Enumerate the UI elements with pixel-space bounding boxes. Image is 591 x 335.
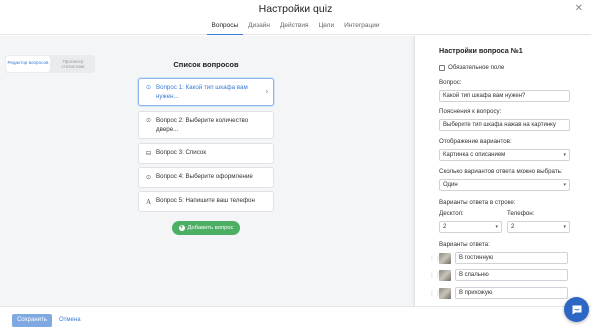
answer-row: ⋮⋮ В спальню xyxy=(429,269,568,281)
page-title: Настройки quiz xyxy=(258,3,333,15)
radio-icon: ⊙ xyxy=(145,175,152,181)
chevron-down-icon: ▾ xyxy=(563,152,566,158)
tablet-select[interactable]: 2 ▾ xyxy=(507,221,570,233)
question-item-5[interactable]: A Вопрос 5: Напишите ваш телефон xyxy=(138,191,274,212)
answer-input[interactable]: В спальню xyxy=(455,269,568,281)
list-icon: ⊟ xyxy=(145,151,152,157)
question-item-label: Вопрос 4: Выберите оформление xyxy=(156,173,253,181)
chat-widget-button[interactable] xyxy=(564,297,589,322)
question-item-label: Вопрос 3: Список xyxy=(156,149,207,157)
answer-input[interactable]: В прихожую xyxy=(455,287,568,299)
count-select[interactable]: Один ▾ xyxy=(439,179,570,191)
desktop-label: Десктоп: xyxy=(439,210,464,217)
hint-label: Пояснения к вопросу: xyxy=(439,108,502,115)
save-button[interactable]: Сохранить xyxy=(12,314,52,327)
answer-image[interactable] xyxy=(439,269,451,281)
drag-handle-icon[interactable]: ⋮⋮ xyxy=(429,255,441,262)
count-label: Сколько вариантов ответа можно выбрать: xyxy=(439,168,563,175)
question-item-label: Вопрос 2: Выберите количество двере... xyxy=(156,117,249,133)
question-label: Вопрос: xyxy=(439,79,462,86)
tab-goals[interactable]: Цели xyxy=(313,22,339,35)
display-label: Отображение вариантов: xyxy=(439,138,512,145)
desktop-select[interactable]: 2 ▾ xyxy=(439,221,502,233)
question-item-2[interactable]: ⊙ Вопрос 2: Выберите количество двере... xyxy=(138,111,274,139)
header: Настройки quiz ✕ Вопросы Дизайн Действия… xyxy=(0,0,591,35)
question-item-label: Вопрос 5: Напишите ваш телефон xyxy=(156,197,255,205)
answers-label: Варианты ответа: xyxy=(439,241,490,248)
hint-input[interactable]: Выберите тип шкафа нажав на картинку xyxy=(439,119,570,131)
close-icon[interactable]: ✕ xyxy=(575,3,583,14)
tab-questions[interactable]: Вопросы xyxy=(206,22,244,35)
editor-mode-toggle: Редактор вопросов Просмотр статистики xyxy=(5,55,95,73)
footer: Сохранить Отмена xyxy=(0,306,591,335)
required-checkbox-row[interactable]: Обязательное поле xyxy=(439,64,504,71)
question-item-3[interactable]: ⊟ Вопрос 3: Список xyxy=(138,143,274,164)
chevron-right-icon: › xyxy=(265,88,268,96)
chevron-down-icon: ▾ xyxy=(495,224,498,230)
tablet-select-value: 2 xyxy=(511,224,515,230)
desktop-select-value: 2 xyxy=(443,224,447,230)
stats-mode-button[interactable]: Просмотр статистики xyxy=(51,55,95,73)
chevron-down-icon: ▾ xyxy=(563,182,566,188)
answer-row: ⋮⋮ В прихожую xyxy=(429,287,568,299)
question-list-title: Список вопросов xyxy=(173,60,239,69)
answer-row: ⋮⋮ В гостинную xyxy=(429,252,568,264)
per-row-label: Варианты ответа в строке: xyxy=(439,199,516,206)
question-editor-area: Редактор вопросов Просмотр статистики Сп… xyxy=(0,36,414,306)
question-input[interactable]: Какой тип шкафа вам нужен? xyxy=(439,90,570,102)
tablet-label: Телефон: xyxy=(507,210,535,217)
plus-icon: + xyxy=(178,225,185,231)
editor-mode-button[interactable]: Редактор вопросов xyxy=(6,56,50,72)
cancel-link[interactable]: Отмена xyxy=(59,314,81,327)
count-select-value: Один xyxy=(443,182,458,188)
answer-input[interactable]: В гостинную xyxy=(455,252,568,264)
text-icon: A xyxy=(145,197,152,206)
tab-integrations[interactable]: Интеграции xyxy=(339,22,384,35)
answer-image[interactable] xyxy=(439,287,451,299)
drag-handle-icon[interactable]: ⋮⋮ xyxy=(429,290,441,297)
add-question-label: Добавить вопрос xyxy=(187,225,234,231)
chat-icon xyxy=(572,305,581,314)
question-item-1[interactable]: ⊙ Вопрос 1: Какой тип шкафа вам нужен...… xyxy=(138,78,274,106)
question-item-label: Вопрос 1: Какой тип шкафа вам нужен... xyxy=(156,84,248,100)
radio-icon: ⊙ xyxy=(145,85,152,91)
chevron-down-icon: ▾ xyxy=(563,224,566,230)
answer-image[interactable] xyxy=(439,252,451,264)
question-item-4[interactable]: ⊙ Вопрос 4: Выберите оформление xyxy=(138,167,274,188)
tab-design[interactable]: Дизайн xyxy=(243,22,275,35)
display-select-value: Картинка с описанием xyxy=(443,152,506,158)
radio-icon: ⊙ xyxy=(145,118,152,124)
tabs: Вопросы Дизайн Действия Цели Интеграции xyxy=(0,22,591,35)
required-label: Обязательное поле xyxy=(448,64,505,71)
settings-title: Настройки вопроса №1 xyxy=(439,46,523,55)
drag-handle-icon[interactable]: ⋮⋮ xyxy=(429,272,441,279)
tab-actions[interactable]: Действия xyxy=(275,22,313,35)
required-checkbox[interactable] xyxy=(439,64,445,71)
display-select[interactable]: Картинка с описанием ▾ xyxy=(439,149,570,161)
add-question-button[interactable]: + Добавить вопрос xyxy=(172,221,240,235)
question-settings-panel: Настройки вопроса №1 Обязательное поле В… xyxy=(414,36,591,306)
